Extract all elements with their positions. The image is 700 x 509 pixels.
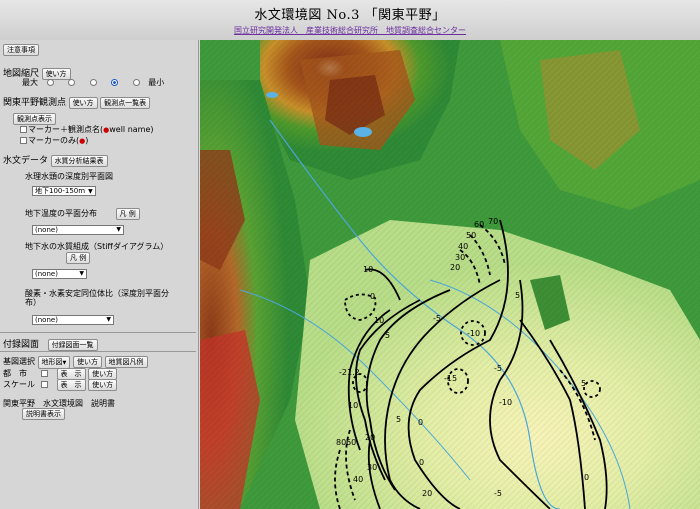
contour-label: 30	[367, 463, 377, 472]
stiff-select[interactable]: (none) ▼	[32, 269, 87, 279]
scale-bar-howto-button[interactable]: 使い方	[88, 379, 118, 391]
contour-label: 5	[385, 331, 390, 340]
temp-legend-button[interactable]: 凡 例	[115, 208, 140, 220]
stiff-title: 地下水の水質組成（Stiffダイアグラム）	[25, 242, 169, 251]
stiff-legend-button[interactable]: 凡 例	[66, 252, 91, 264]
isotope-title: 酸素・水素安定同位体比（深度別平面分布）	[25, 289, 169, 307]
depth-select-value: 地下100-150m	[35, 187, 86, 195]
control-sidebar: 注意事項 地図縮尺 使い方 最大 最小 関東平野観測点 使い方 観測点一覧表 観…	[0, 40, 199, 509]
contour-label: 80	[336, 438, 346, 447]
contour-label: 40	[353, 475, 363, 484]
contour-label: 0	[419, 458, 424, 467]
temp-map-title: 地下温度の平面分布	[25, 209, 97, 218]
lake	[266, 92, 278, 98]
temp-select[interactable]: (none) ▼	[32, 225, 124, 235]
stations-list-button[interactable]: 観測点一覧表	[100, 97, 151, 109]
chevron-down-icon: ▼	[88, 188, 93, 195]
contour-label: 5	[581, 379, 586, 388]
city-checkbox[interactable]	[41, 370, 48, 377]
hydro-results-button[interactable]: 水質分析結果表	[50, 155, 108, 167]
scale-min-label: 最小	[148, 78, 165, 87]
contour-label: 40	[458, 242, 468, 251]
isotope-select[interactable]: (none) ▼	[32, 315, 114, 325]
contour-label: -21.2	[339, 368, 360, 377]
contour-label: -10	[467, 329, 480, 338]
terrain-select-value: 地形図	[41, 358, 63, 366]
scale-radio-1[interactable]	[46, 79, 54, 86]
city-label: 都 市	[3, 369, 27, 378]
divider	[0, 351, 196, 352]
divider	[0, 332, 196, 333]
chevron-down-icon: ▼	[106, 316, 111, 323]
contour-label: 5	[396, 415, 401, 424]
scale-max-label: 最大	[22, 78, 38, 87]
contour-label: 5	[515, 291, 520, 300]
isotope-select-value: (none)	[35, 316, 58, 324]
terrain-texture	[200, 40, 700, 509]
contour-label: -5	[433, 314, 441, 323]
contour-label: 10	[348, 401, 358, 410]
contour-label: 20	[365, 433, 375, 442]
contour-label: -5	[494, 364, 502, 373]
contour-label: -15	[444, 374, 457, 383]
scale-bar-checkbox[interactable]	[41, 381, 48, 388]
stations-label: 関東平野観測点	[3, 98, 67, 108]
contour-label: 30	[455, 253, 465, 262]
contour-label: 10	[374, 316, 384, 325]
scale-radio-4[interactable]	[111, 79, 119, 86]
marker-name-label: マーカー＋観測点名(	[28, 125, 104, 134]
appendix-list-button[interactable]: 付録図面一覧	[47, 339, 98, 351]
contour-label: -5	[494, 489, 502, 498]
page-title: 水文環境図 No.3 「関東平野」	[254, 8, 446, 23]
contour-label: 0	[418, 418, 423, 427]
depth-select[interactable]: 地下100-150m ▼	[32, 186, 96, 196]
contour-label: 50	[466, 231, 476, 240]
marker-only-label: マーカーのみ(	[28, 136, 80, 145]
stations-howto-button[interactable]: 使い方	[68, 97, 98, 109]
scale-radio-2[interactable]	[68, 79, 76, 86]
scale-bar-show-button[interactable]: 表 示	[56, 379, 86, 391]
contour-label: 0	[584, 473, 589, 482]
geology-legend-button[interactable]: 地質図凡例	[104, 356, 148, 368]
contour-label: 0	[370, 292, 375, 301]
map-view[interactable]: 70 60 50 40 30 20 10 5 0 -5 -10 -15 -21.…	[200, 40, 700, 509]
close-paren: )	[85, 136, 89, 145]
contour-label: 10	[363, 265, 373, 274]
well-name-label: well name)	[109, 125, 154, 134]
appendix-label: 付録図面	[3, 340, 40, 350]
scale-radio-5[interactable]	[132, 79, 140, 86]
base-map-label: 基図選択	[3, 357, 35, 366]
marker-name-checkbox[interactable]	[20, 126, 27, 133]
chevron-down-icon: ▼	[79, 270, 84, 277]
manual-show-button[interactable]: 説明書表示	[22, 408, 65, 420]
contour-label: 70	[488, 217, 498, 226]
scale-radio-3[interactable]	[89, 79, 97, 86]
page-header: 水文環境図 No.3 「関東平野」 国立研究開発法人 産業技術総合研究所 地質調…	[0, 0, 700, 40]
marker-only-checkbox[interactable]	[20, 137, 27, 144]
contour-label: 20	[422, 489, 432, 498]
stiff-select-value: (none)	[35, 270, 58, 278]
chevron-down-icon: ▼	[116, 226, 121, 233]
contour-label: 60	[474, 220, 484, 229]
scale-bar-label: スケール	[3, 380, 35, 389]
contour-label: -10	[499, 398, 512, 407]
terrain-map[interactable]: 70 60 50 40 30 20 10 5 0 -5 -10 -15 -21.…	[200, 40, 700, 509]
contour-label: 60	[346, 438, 356, 447]
lake	[354, 127, 372, 137]
temp-select-value: (none)	[35, 226, 58, 234]
org-link[interactable]: 国立研究開発法人 産業技術総合研究所 地質調査総合センター	[0, 25, 700, 36]
depth-map-title: 水理水頭の深度別平面図	[25, 172, 113, 181]
base-howto-button[interactable]: 使い方	[72, 356, 102, 368]
contour-label: 20	[450, 263, 460, 272]
notes-button[interactable]: 注意事項	[3, 44, 39, 56]
chevron-down-icon: ▼	[62, 360, 67, 366]
hydro-label: 水文データ	[3, 156, 49, 166]
